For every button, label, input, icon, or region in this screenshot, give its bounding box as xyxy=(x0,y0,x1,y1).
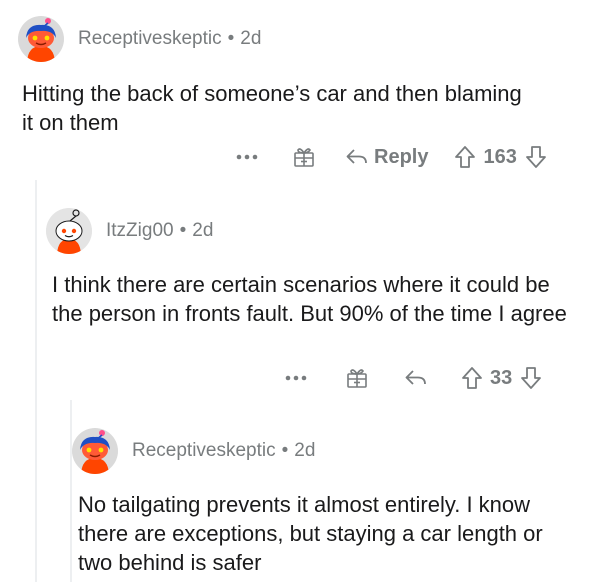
comment-2-more-button[interactable] xyxy=(285,375,307,381)
comment-2-body: I think there are certain scenarios wher… xyxy=(52,272,567,326)
comment-2-upvote-button[interactable] xyxy=(461,366,483,390)
comment-3-separator: • xyxy=(281,440,289,461)
comment-1-username[interactable]: Receptiveskeptic xyxy=(78,28,222,50)
award-gift-icon xyxy=(347,369,367,388)
comment-3-avatar[interactable] xyxy=(72,428,118,474)
comment-2-reply-button[interactable] xyxy=(405,369,427,387)
comment-2-avatar[interactable] xyxy=(46,208,92,254)
comment-1-vote-count: 163 xyxy=(483,145,517,168)
comment-1-body: Hitting the back of someone’s car and th… xyxy=(22,81,522,135)
comment-1-upvote-button[interactable] xyxy=(454,145,476,169)
comment-1-downvote-button[interactable] xyxy=(525,145,547,169)
comment-2-separator: • xyxy=(179,220,187,241)
downvote-arrow-icon xyxy=(525,146,546,168)
reply-label: Reply xyxy=(374,145,429,168)
comment-2-downvote-button[interactable] xyxy=(520,366,542,390)
comment-3-age: 2d xyxy=(294,440,316,461)
comment-2-vote-count: 33 xyxy=(490,366,513,389)
thread-line-level-1[interactable] xyxy=(35,180,37,582)
comment-1-more-button[interactable] xyxy=(236,154,258,160)
comment-2-username[interactable]: ItzZig00 xyxy=(106,220,174,242)
comment-1-age: 2d xyxy=(240,28,262,49)
more-options-icon xyxy=(236,154,258,160)
comment-1-reply-button[interactable]: Reply xyxy=(346,146,428,169)
comment-3-body: No tailgating prevents it almost entirel… xyxy=(78,492,543,575)
comment-2-actions: 33 xyxy=(285,366,542,390)
upvote-arrow-icon xyxy=(455,146,476,168)
comment-1-header: Receptiveskeptic • 2d xyxy=(18,16,261,62)
snoo-avatar-icon xyxy=(18,16,64,62)
reply-arrow-icon xyxy=(405,370,426,385)
comment-2-age: 2d xyxy=(192,220,214,241)
comment-1-award-button[interactable] xyxy=(292,145,316,169)
upvote-arrow-icon xyxy=(462,367,482,389)
comment-2-header: ItzZig00 • 2d xyxy=(46,208,213,254)
comment-1-avatar[interactable] xyxy=(18,16,64,62)
downvote-arrow-icon xyxy=(521,367,542,389)
comment-1-separator: • xyxy=(227,28,235,49)
more-options-icon xyxy=(285,375,307,381)
snoo-avatar-icon xyxy=(46,208,92,254)
snoo-avatar-icon xyxy=(72,428,118,474)
comment-3-username[interactable]: Receptiveskeptic xyxy=(132,440,276,462)
comment-1-actions: Reply 163 xyxy=(236,145,547,169)
comment-3-header: Receptiveskeptic • 2d xyxy=(72,428,315,474)
comment-2-award-button[interactable] xyxy=(345,366,369,390)
reply-arrow-icon xyxy=(346,149,367,164)
award-gift-icon xyxy=(294,148,314,167)
